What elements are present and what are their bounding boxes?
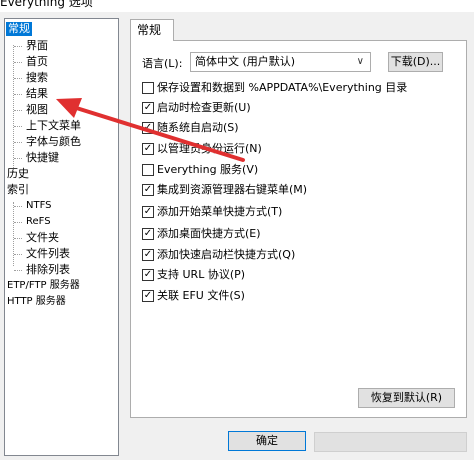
option-label: Everything 服务(V) (157, 163, 259, 176)
tree-item-folders[interactable]: 文件夹 (26, 231, 59, 245)
tree-line (14, 270, 22, 271)
option-label: 随系统自启动(S) (157, 121, 239, 134)
tree-line (13, 45, 14, 172)
tree-line (14, 126, 22, 127)
checkbox[interactable] (142, 82, 154, 94)
tree-item-home[interactable]: 首页 (26, 55, 48, 69)
tree-item-general[interactable]: 常规 (6, 22, 32, 36)
tree-line (13, 202, 14, 266)
checkbox[interactable]: ✓ (142, 290, 154, 302)
checkbox[interactable] (142, 164, 154, 176)
checkbox[interactable]: ✓ (142, 206, 154, 218)
tree-item-context-menu[interactable]: 上下文菜单 (26, 119, 81, 133)
tree-item-view[interactable]: 视图 (26, 103, 48, 117)
tree-line (14, 94, 22, 95)
language-label: 语言(L): (142, 57, 183, 70)
tree-item-refs[interactable]: ReFS (26, 215, 51, 229)
option-label: 集成到资源管理器右键菜单(M) (157, 183, 308, 196)
tree-line (14, 46, 22, 47)
checkbox[interactable]: ✓ (142, 143, 154, 155)
tab-general[interactable]: 常规 (130, 19, 174, 41)
download-button[interactable]: 下载(D)... (388, 52, 443, 72)
tree-item-search[interactable]: 搜索 (26, 71, 48, 85)
disabled-button (314, 432, 467, 452)
tree-item-shortcuts[interactable]: 快捷键 (26, 151, 59, 165)
option-label: 添加桌面快捷方式(E) (157, 227, 261, 240)
tree-line (14, 110, 22, 111)
tree-item-history[interactable]: 历史 (7, 167, 29, 181)
tree-item-fonts-colors[interactable]: 字体与颜色 (26, 135, 81, 149)
tree-item-ui[interactable]: 界面 (26, 39, 48, 53)
checkbox[interactable]: ✓ (142, 228, 154, 240)
option-label: 保存设置和数据到 %APPDATA%\Everything 目录 (157, 81, 408, 94)
tree-line (14, 142, 22, 143)
option-label: 关联 EFU 文件(S) (157, 289, 245, 302)
tree-line (14, 254, 22, 255)
tree-line (14, 62, 22, 63)
tree-line (14, 238, 22, 239)
option-label: 支持 URL 协议(P) (157, 268, 246, 281)
tree-item-exclude-list[interactable]: 排除列表 (26, 263, 70, 277)
tree-line (14, 222, 22, 223)
tree-item-index[interactable]: 索引 (7, 183, 29, 197)
checkbox[interactable]: ✓ (142, 269, 154, 281)
checkbox[interactable]: ✓ (142, 122, 154, 134)
option-label: 启动时检查更新(U) (157, 101, 251, 114)
tree-item-ftp-server[interactable]: ETP/FTP 服务器 (7, 279, 80, 293)
tree-item-results[interactable]: 结果 (26, 87, 48, 101)
ok-button[interactable]: 确定 (228, 431, 306, 451)
restore-defaults-button[interactable]: 恢复到默认(R) (358, 388, 455, 408)
tree-item-ntfs[interactable]: NTFS (26, 199, 52, 213)
title-bar: Everything 选项 (0, 0, 474, 12)
options-tree[interactable]: 常规 界面 首页 搜索 结果 视图 上下文菜单 字体与颜色 快捷键 历史 索引 … (4, 18, 119, 456)
checkbox[interactable]: ✓ (142, 249, 154, 261)
checkbox[interactable]: ✓ (142, 102, 154, 114)
tree-line (14, 206, 22, 207)
tree-item-file-lists[interactable]: 文件列表 (26, 247, 70, 261)
tree-item-http-server[interactable]: HTTP 服务器 (7, 295, 66, 309)
option-label: 以管理员身份运行(N) (157, 142, 262, 155)
language-select-value: 简体中文 (用户默认) (195, 55, 296, 68)
option-label: 添加开始菜单快捷方式(T) (157, 205, 283, 218)
checkbox[interactable]: ✓ (142, 184, 154, 196)
language-select[interactable]: 简体中文 (用户默认) ∨ (190, 52, 371, 72)
chevron-down-icon: ∨ (356, 56, 364, 67)
option-label: 添加快速启动栏快捷方式(Q) (157, 248, 296, 261)
tree-line (14, 158, 22, 159)
tree-line (14, 78, 22, 79)
window-title: Everything 选项 (0, 0, 93, 9)
